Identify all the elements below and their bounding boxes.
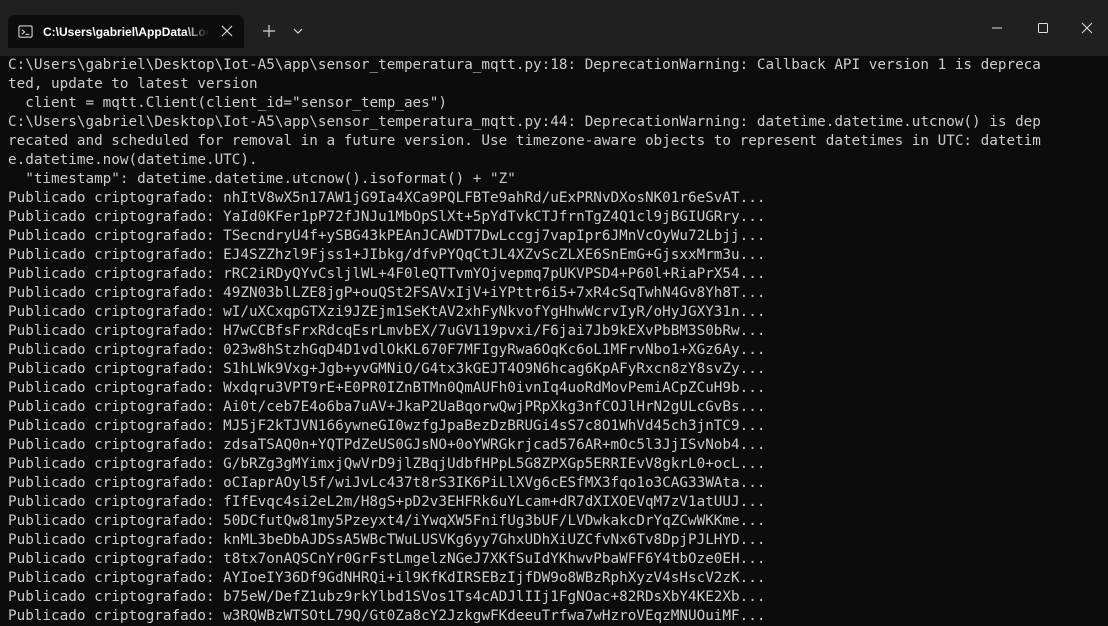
terminal-line: Publicado criptografado: fIfEvqc4si2eL2m… <box>8 494 766 510</box>
terminal-line: Publicado criptografado: zdsaTSAQ0n+YQTP… <box>8 437 766 453</box>
close-icon <box>1080 21 1094 35</box>
terminal-line: Publicado criptografado: w3RQWBzWTSOtL79… <box>8 608 766 624</box>
terminal-line: Publicado criptografado: AYIoeIY36Df9GdN… <box>8 570 766 586</box>
terminal-line: Publicado criptografado: G/bRZg3gMYimxjQ… <box>8 456 766 472</box>
plus-icon <box>262 24 276 38</box>
terminal-line: Publicado criptografado: 023w8hStzhGqD4D… <box>8 342 766 358</box>
terminal-line: Publicado criptografado: MJ5jF2kTJVN166y… <box>8 418 766 434</box>
terminal-icon <box>18 24 33 39</box>
terminal-line: Publicado criptografado: YaId0KFer1pP72f… <box>8 209 766 225</box>
terminal-line: Publicado criptografado: H7wCCBfsFrxRdcq… <box>8 323 766 339</box>
terminal-line: Publicado criptografado: wI/uXCxqpGTXzi9… <box>8 304 766 320</box>
terminal-window: C:\Users\gabriel\AppData\Local\Microsoft… <box>0 0 1108 626</box>
minimize-button[interactable] <box>974 0 1020 56</box>
terminal-line: Publicado criptografado: 50DCfutQw81my5P… <box>8 513 766 529</box>
terminal-line: Publicado criptografado: 49ZN03blLZE8jgP… <box>8 285 766 301</box>
terminal-line: recated and scheduled for removal in a f… <box>8 133 1041 149</box>
maximize-icon <box>1037 22 1049 34</box>
new-tab-button[interactable] <box>258 20 280 42</box>
terminal-line: Publicado criptografado: EJ4SZZhzl9Fjss1… <box>8 247 766 263</box>
title-bar: C:\Users\gabriel\AppData\Local\Microsoft… <box>0 0 1108 56</box>
tab-python[interactable]: C:\Users\gabriel\AppData\Local\Microsoft… <box>8 15 244 48</box>
terminal-line: client = mqtt.Client(client_id="sensor_t… <box>8 95 447 111</box>
terminal-line: C:\Users\gabriel\Desktop\Iot-A5\app\sens… <box>8 57 1041 73</box>
chevron-down-icon <box>292 25 304 37</box>
terminal-line: Publicado criptografado: b75eW/DefZ1ubz9… <box>8 589 766 605</box>
terminal-line: Publicado criptografado: TSecndryU4f+ySB… <box>8 228 766 244</box>
terminal-line: Publicado criptografado: rRC2iRDyQYvCslj… <box>8 266 766 282</box>
terminal-line: Publicado criptografado: Wxdqru3VPT9rE+E… <box>8 380 766 396</box>
terminal-line: Publicado criptografado: S1hLWk9Vxg+Jgb+… <box>8 361 766 377</box>
terminal-line: Publicado criptografado: oCIaprAOyl5f/wi… <box>8 475 766 491</box>
terminal-line: Publicado criptografado: knML3beDbAJDSsA… <box>8 532 766 548</box>
terminal-line: Publicado criptografado: t8tx7onAQSCnYr0… <box>8 551 766 567</box>
tab-dropdown-button[interactable] <box>288 20 308 42</box>
terminal-line: C:\Users\gabriel\Desktop\Iot-A5\app\sens… <box>8 114 1041 130</box>
maximize-button[interactable] <box>1020 0 1066 56</box>
close-icon[interactable] <box>220 24 234 38</box>
terminal-output[interactable]: C:\Users\gabriel\Desktop\Iot-A5\app\sens… <box>8 56 1100 626</box>
terminal-line: Publicado criptografado: Ai0t/ceb7E4o6ba… <box>8 399 766 415</box>
minimize-icon <box>991 22 1003 34</box>
terminal-line: ted, update to latest version <box>8 76 258 92</box>
terminal-line: "timestamp": datetime.datetime.utcnow().… <box>8 171 516 187</box>
close-window-button[interactable] <box>1066 0 1108 56</box>
terminal-line: Publicado criptografado: nhItV8wX5n17AW1… <box>8 190 766 206</box>
tab-title: C:\Users\gabriel\AppData\Local\Microsoft… <box>43 24 209 39</box>
terminal-line: e.datetime.now(datetime.UTC). <box>8 152 258 168</box>
